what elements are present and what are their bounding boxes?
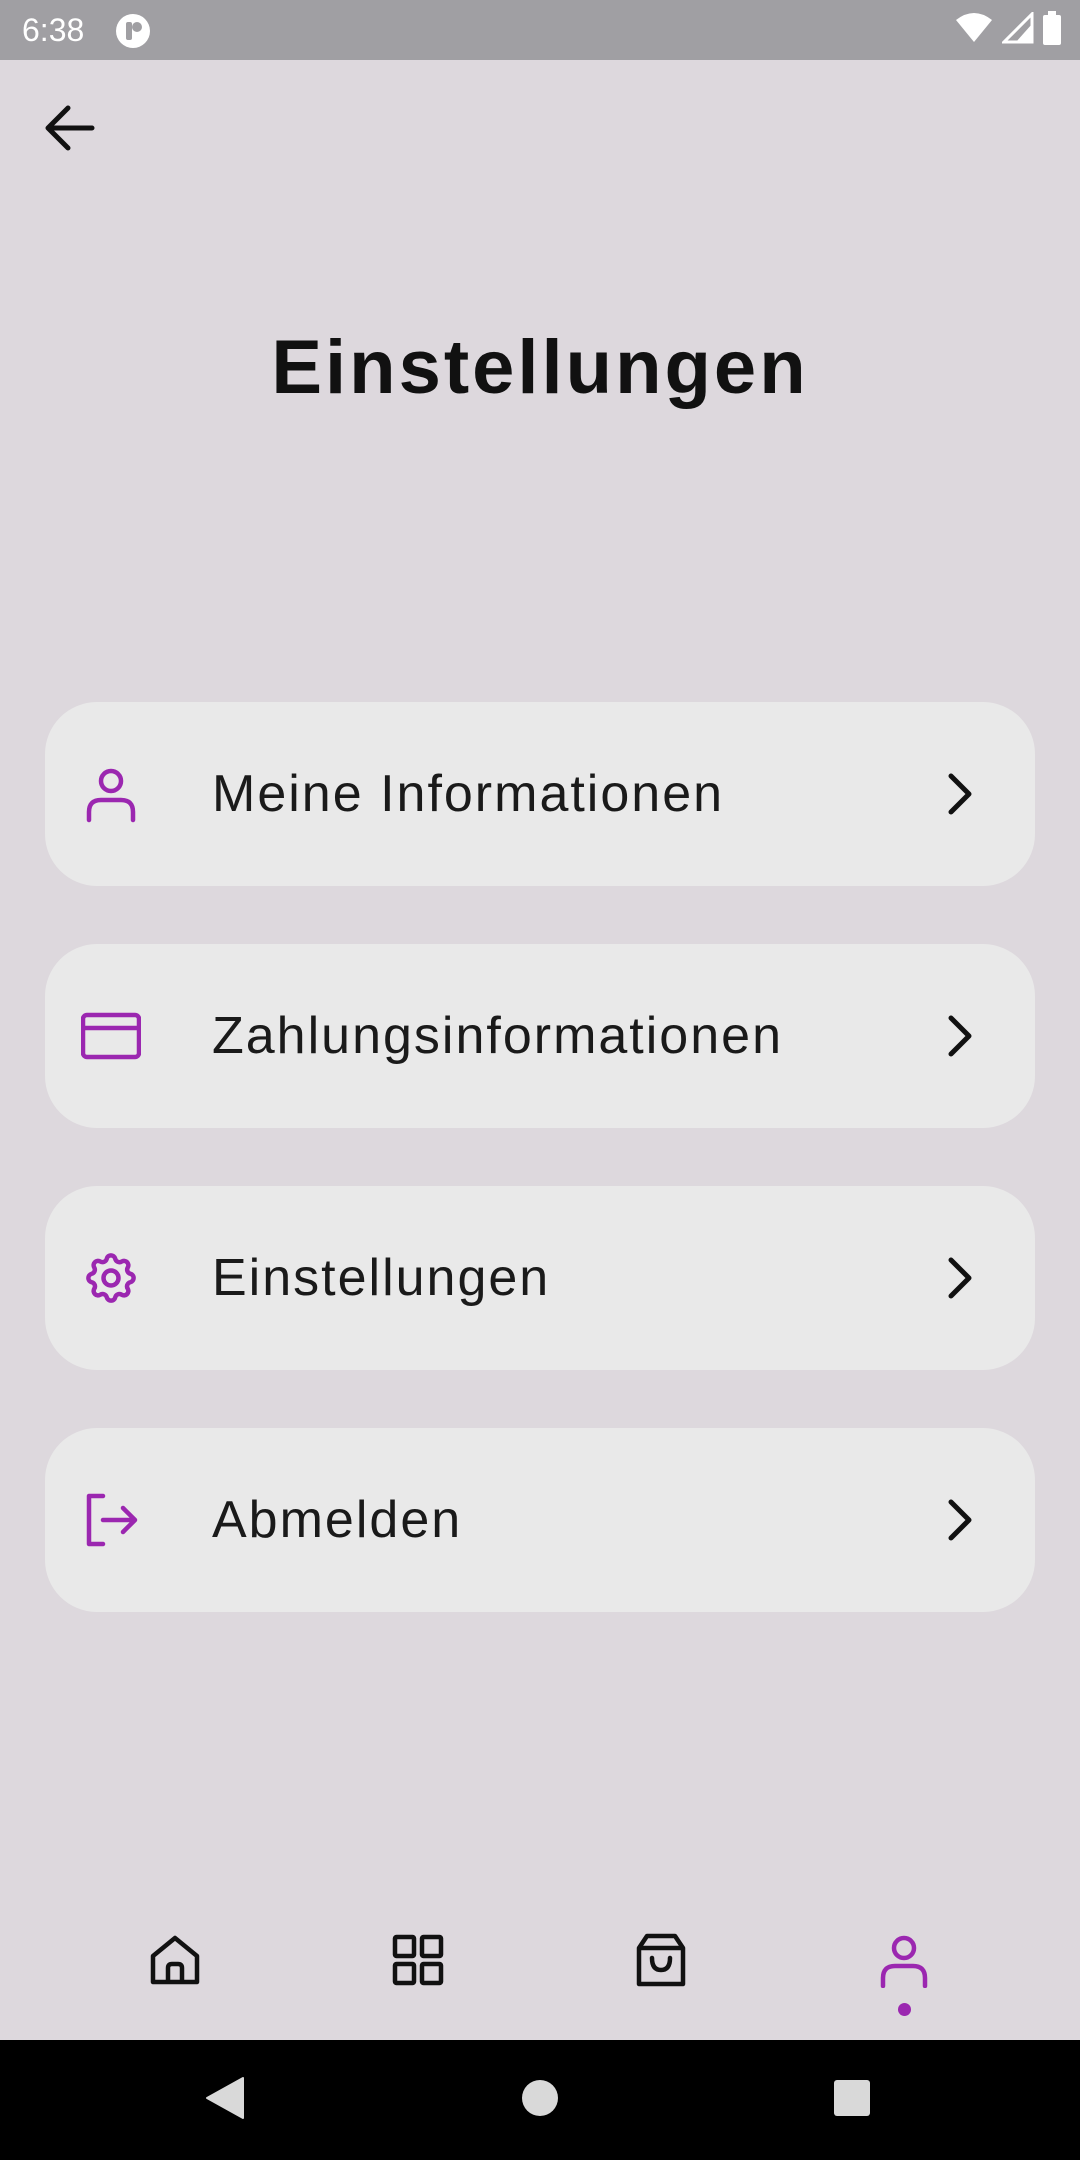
app-notification-icon (114, 12, 152, 50)
nav-categories-button[interactable] (358, 1932, 478, 2032)
active-indicator-dot (897, 2003, 911, 2016)
user-icon (876, 1932, 932, 1993)
arrow-left-icon (42, 100, 98, 161)
recents-square-icon (832, 2078, 872, 2123)
battery-icon (1042, 10, 1062, 50)
status-icons (954, 9, 1062, 50)
system-home-button[interactable] (510, 2070, 570, 2130)
signal-icon (1000, 9, 1034, 49)
chevron-right-icon (935, 770, 983, 818)
chevron-right-icon (935, 1254, 983, 1302)
nav-home-button[interactable] (115, 1932, 235, 2032)
wifi-icon (954, 12, 994, 49)
system-back-button[interactable] (195, 2070, 255, 2130)
user-icon (81, 764, 141, 824)
back-button[interactable] (38, 98, 102, 162)
home-circle-icon (520, 2078, 560, 2123)
status-time: 6:38 (22, 12, 85, 48)
shopping-bag-icon (633, 1932, 689, 1993)
menu-item-label: Einstellungen (212, 1249, 551, 1307)
system-nav-bar (0, 2040, 1080, 2160)
nav-cart-button[interactable] (601, 1932, 721, 2032)
status-bar: 6:38 (0, 0, 1080, 60)
bottom-nav (0, 1900, 1080, 2040)
menu-item-label: Zahlungsinformationen (212, 1007, 783, 1065)
menu-item-settings[interactable]: Einstellungen (45, 1186, 1035, 1370)
menu-item-logout[interactable]: Abmelden (45, 1428, 1035, 1612)
nav-profile-button[interactable] (844, 1932, 964, 2032)
chevron-right-icon (935, 1012, 983, 1060)
home-icon (147, 1932, 203, 1993)
system-recents-button[interactable] (822, 2070, 882, 2130)
grid-icon (390, 1932, 446, 1993)
menu-item-label: Meine Informationen (212, 765, 725, 823)
gear-icon (81, 1248, 141, 1308)
menu-item-label: Abmelden (212, 1491, 463, 1549)
back-triangle-icon (203, 2076, 247, 2125)
logout-icon (81, 1490, 141, 1550)
chevron-right-icon (935, 1496, 983, 1544)
menu-item-payment-information[interactable]: Zahlungsinformationen (45, 944, 1035, 1128)
credit-card-icon (80, 1006, 142, 1066)
page-title: Einstellungen (271, 325, 809, 410)
menu-item-my-information[interactable]: Meine Informationen (45, 702, 1035, 886)
